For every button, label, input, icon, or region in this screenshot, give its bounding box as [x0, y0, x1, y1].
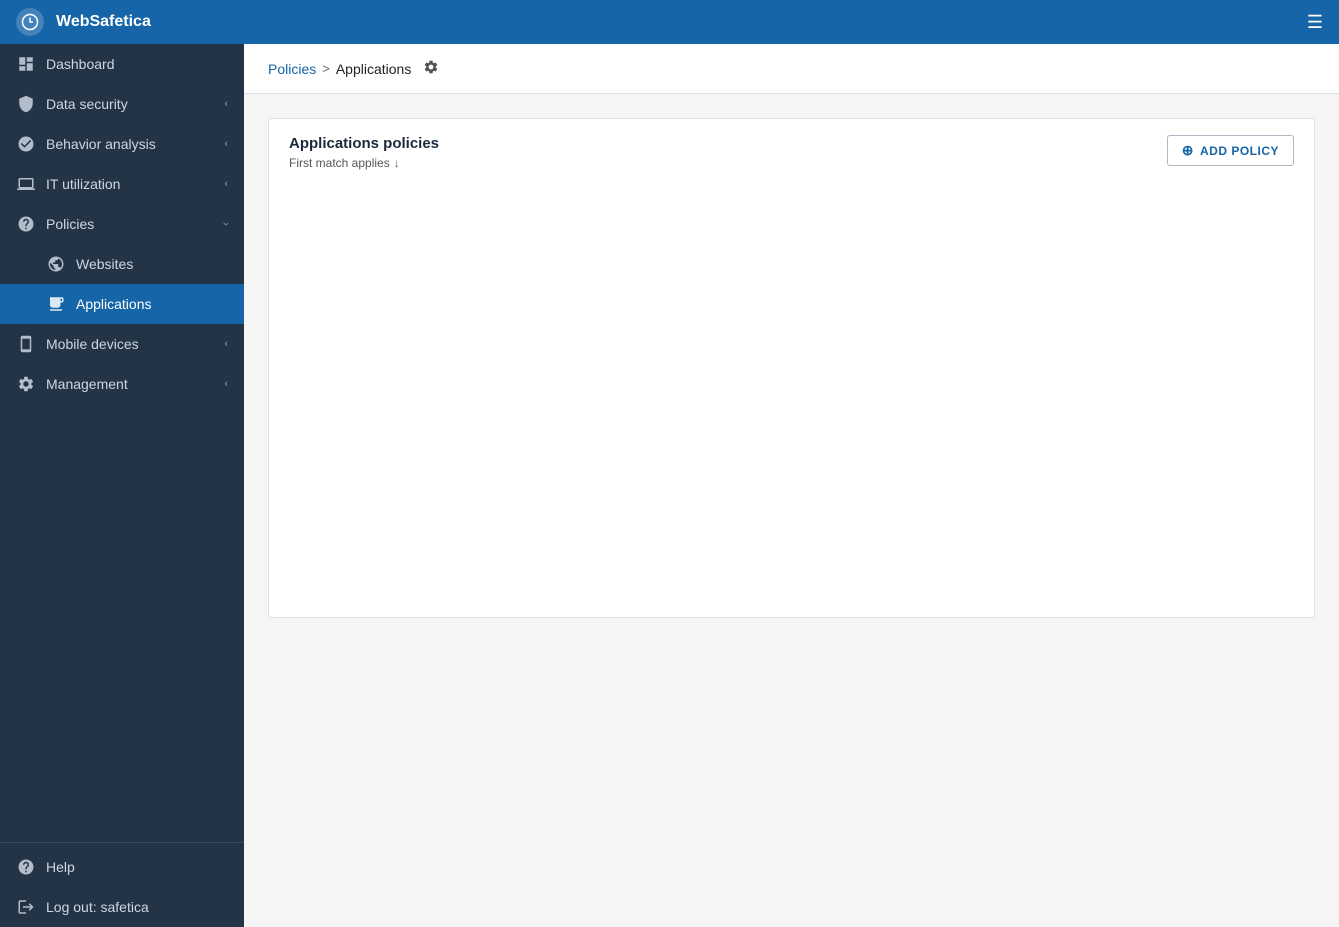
- it-utilization-icon: [16, 174, 36, 194]
- policies-card-title-block: Applications policies First match applie…: [289, 135, 439, 170]
- behavior-analysis-chevron: ‹: [224, 138, 228, 150]
- sidebar-item-dashboard[interactable]: Dashboard: [0, 44, 244, 84]
- management-icon: [16, 374, 36, 394]
- main-content: Policies > Applications Applications pol…: [244, 44, 1339, 927]
- dashboard-icon: [16, 54, 36, 74]
- sidebar-item-websites[interactable]: Websites: [0, 244, 244, 284]
- sidebar-item-applications[interactable]: Applications: [0, 284, 244, 324]
- sidebar-item-help-label: Help: [46, 859, 228, 875]
- app-title: WebSafetica: [56, 13, 1295, 31]
- logout-icon: [16, 897, 36, 917]
- sidebar-bottom: Help Log out: safetica: [0, 842, 244, 927]
- sidebar-item-it-utilization-label: IT utilization: [46, 176, 214, 192]
- behavior-analysis-icon: [16, 134, 36, 154]
- add-policy-button[interactable]: ⊕ ADD POLICY: [1167, 135, 1294, 166]
- websites-icon: [46, 254, 66, 274]
- sidebar-item-management-label: Management: [46, 376, 214, 392]
- first-match-label: First match applies: [289, 156, 390, 170]
- sidebar-item-logout[interactable]: Log out: safetica: [0, 887, 244, 927]
- settings-icon[interactable]: [423, 59, 439, 79]
- sidebar-item-logout-label: Log out: safetica: [46, 899, 228, 915]
- sidebar-item-policies[interactable]: Policies ‹: [0, 204, 244, 244]
- sidebar-item-applications-label: Applications: [76, 296, 228, 312]
- sidebar-item-data-security-label: Data security: [46, 96, 214, 112]
- breadcrumb-current: Applications: [336, 61, 412, 77]
- plus-icon: ⊕: [1182, 142, 1194, 159]
- breadcrumb-separator: >: [322, 61, 330, 76]
- first-match-sort-icon[interactable]: ↓: [394, 156, 400, 170]
- data-security-icon: [16, 94, 36, 114]
- sidebar-item-websites-label: Websites: [76, 256, 228, 272]
- mobile-devices-chevron: ‹: [224, 338, 228, 350]
- applications-icon: [46, 294, 66, 314]
- breadcrumb-parent[interactable]: Policies: [268, 61, 316, 77]
- first-match-row: First match applies ↓: [289, 156, 439, 170]
- policies-card-header: Applications policies First match applie…: [289, 135, 1294, 170]
- policies-card: Applications policies First match applie…: [268, 118, 1315, 618]
- breadcrumb-bar: Policies > Applications: [244, 44, 1339, 94]
- policies-card-title: Applications policies: [289, 135, 439, 152]
- data-security-chevron: ‹: [224, 98, 228, 110]
- sidebar-item-it-utilization[interactable]: IT utilization ‹: [0, 164, 244, 204]
- top-header: WebSafetica ☰: [0, 0, 1339, 44]
- sidebar-item-mobile-devices-label: Mobile devices: [46, 336, 214, 352]
- sidebar-item-policies-label: Policies: [46, 216, 214, 232]
- policies-chevron: ‹: [220, 222, 232, 226]
- sidebar-item-dashboard-label: Dashboard: [46, 56, 228, 72]
- content-area: Applications policies First match applie…: [244, 94, 1339, 927]
- sidebar: Dashboard Data security ‹ Behavior analy…: [0, 44, 244, 927]
- sidebar-item-mobile-devices[interactable]: Mobile devices ‹: [0, 324, 244, 364]
- sidebar-item-help[interactable]: Help: [0, 847, 244, 887]
- logo-icon: [16, 8, 44, 36]
- mobile-devices-icon: [16, 334, 36, 354]
- help-icon: [16, 857, 36, 877]
- management-chevron: ‹: [224, 378, 228, 390]
- menu-icon[interactable]: ☰: [1307, 12, 1323, 33]
- sidebar-item-behavior-analysis[interactable]: Behavior analysis ‹: [0, 124, 244, 164]
- main-layout: Dashboard Data security ‹ Behavior analy…: [0, 44, 1339, 927]
- it-utilization-chevron: ‹: [224, 178, 228, 190]
- policies-icon: [16, 214, 36, 234]
- sidebar-item-behavior-analysis-label: Behavior analysis: [46, 136, 214, 152]
- sidebar-item-management[interactable]: Management ‹: [0, 364, 244, 404]
- sidebar-item-data-security[interactable]: Data security ‹: [0, 84, 244, 124]
- add-policy-label: ADD POLICY: [1200, 144, 1279, 158]
